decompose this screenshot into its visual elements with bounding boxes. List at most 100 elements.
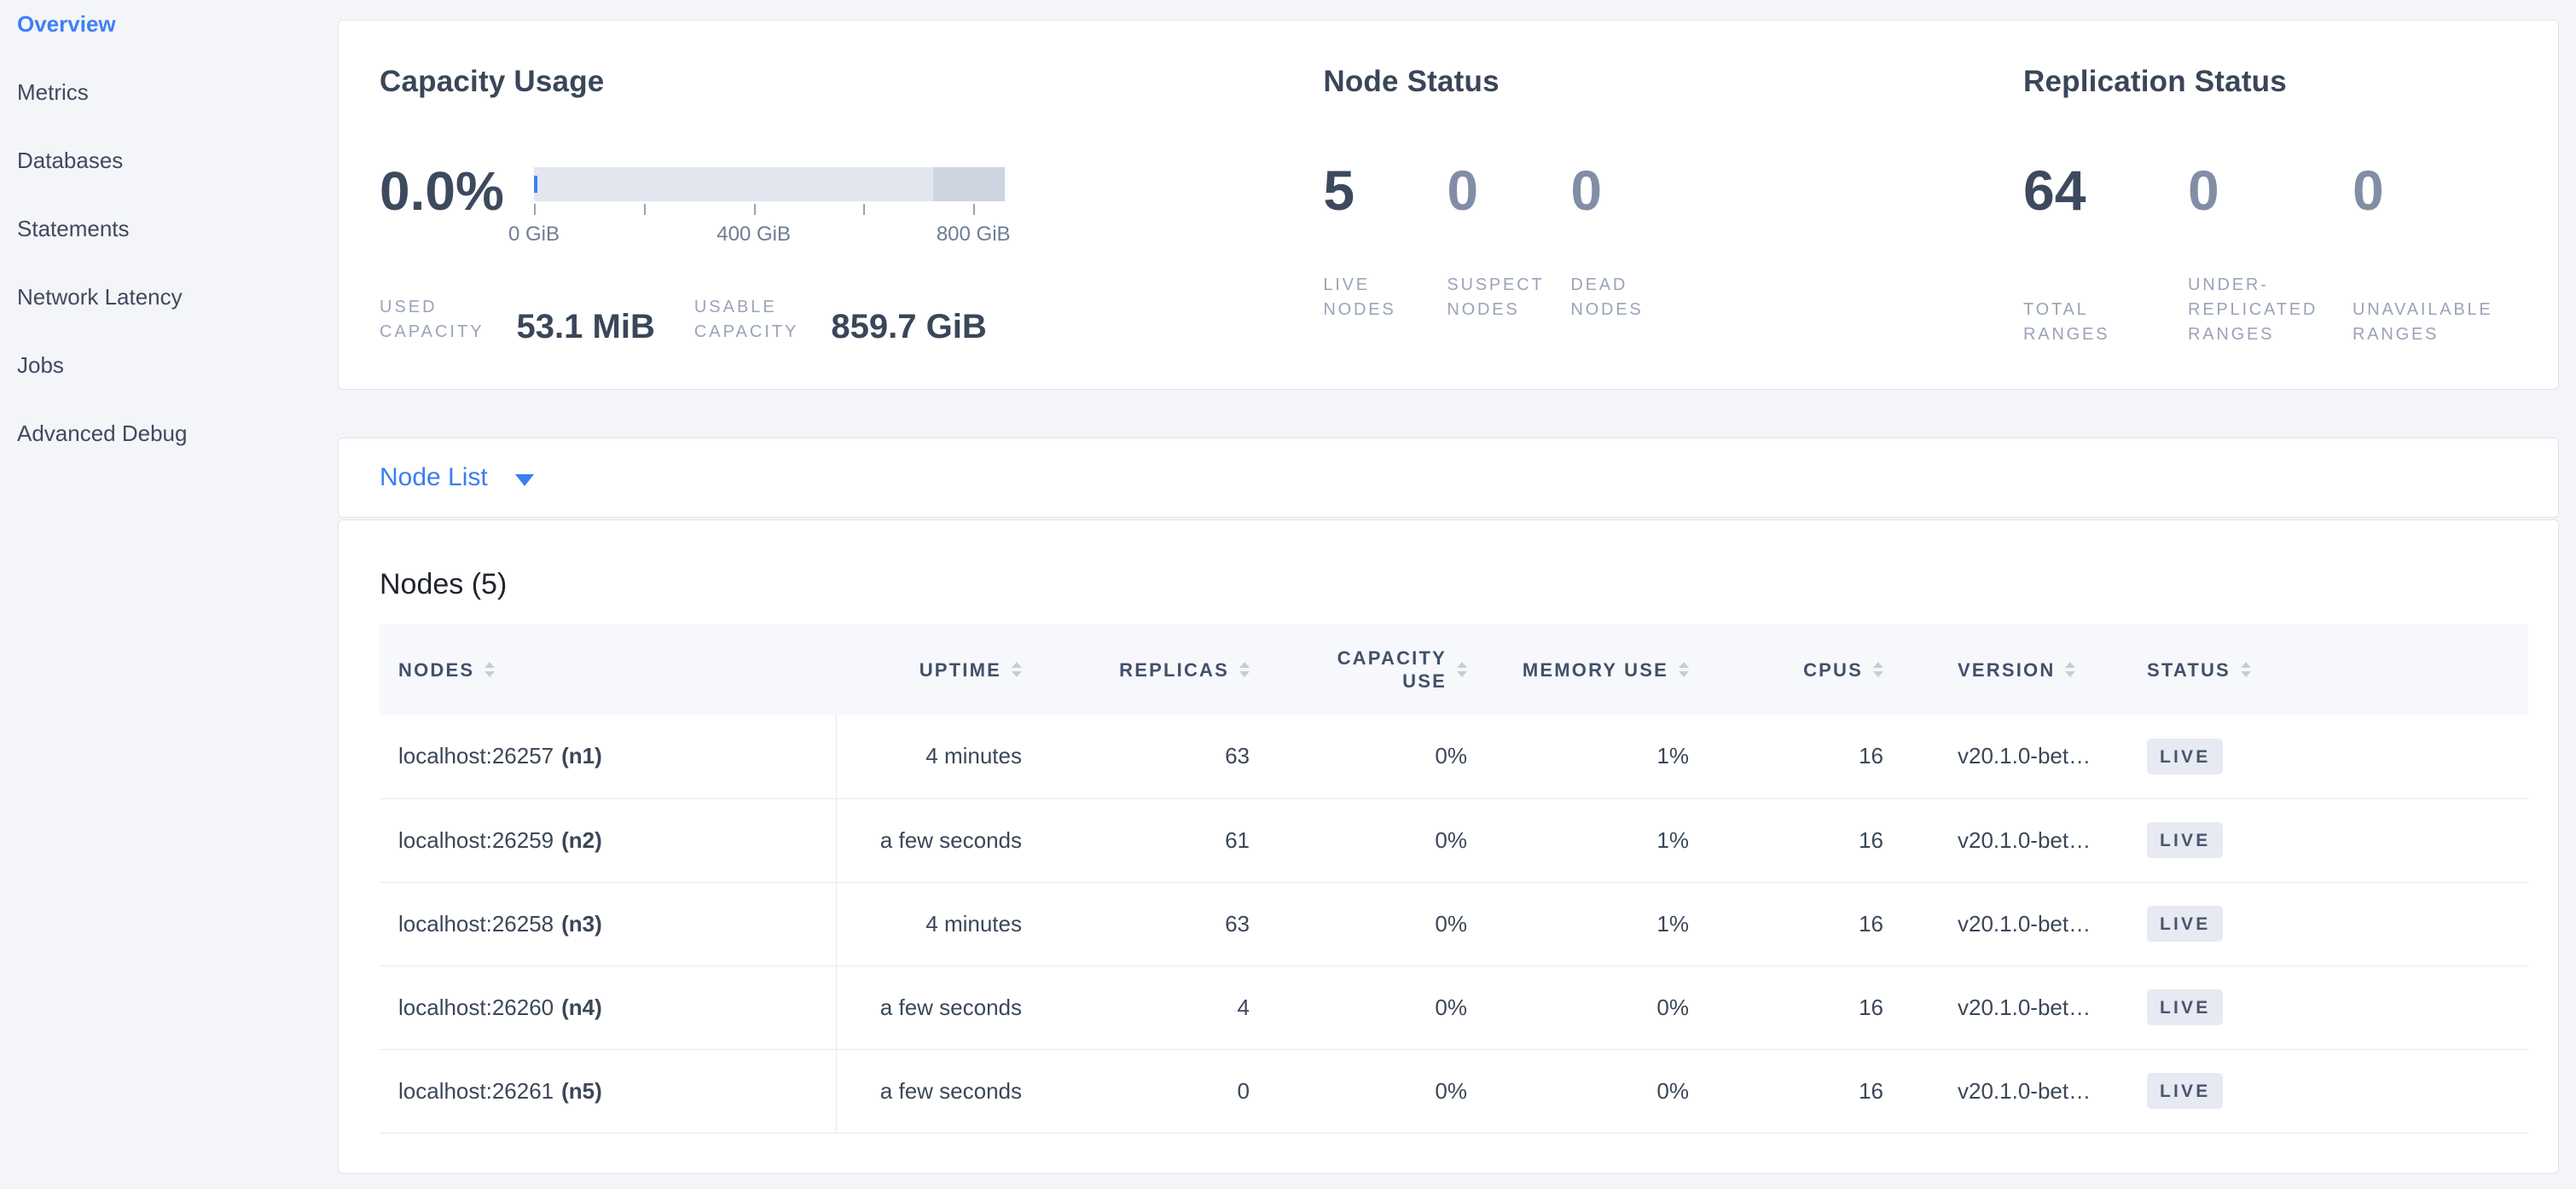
- node-address[interactable]: localhost:26258: [398, 911, 554, 937]
- suspect-nodes-label: SUSPECT NODES: [1447, 273, 1570, 322]
- under-replicated-ranges-count: 0: [2188, 159, 2353, 222]
- version-cell: v20.1.0-bet…: [1883, 798, 2114, 882]
- uptime-cell: 4 minutes: [836, 715, 1022, 798]
- label-line: RANGES: [2188, 322, 2353, 347]
- table-row[interactable]: localhost:26261(n5) a few seconds 0 0% 0…: [380, 1049, 2528, 1133]
- label-line: SUSPECT: [1447, 273, 1570, 298]
- column-header-uptime[interactable]: UPTIME: [836, 624, 1022, 715]
- column-header-capacity-use[interactable]: CAPACITY USE: [1250, 624, 1467, 715]
- capacity-bar-used-indicator: [534, 176, 537, 193]
- status-badge: LIVE: [2147, 822, 2223, 858]
- memory-use-cell: 1%: [1467, 882, 1689, 966]
- uptime-cell: a few seconds: [836, 798, 1022, 882]
- sort-icon: [1873, 662, 1883, 677]
- sidebar-item-metrics[interactable]: Metrics: [17, 80, 338, 104]
- axis-tick: [534, 204, 536, 215]
- capacity-bar-unusable-segment: [933, 167, 1005, 201]
- column-label: VERSION: [1958, 658, 2055, 682]
- nodes-heading: Nodes (5): [380, 568, 2517, 601]
- sidebar-item-advanced-debug[interactable]: Advanced Debug: [17, 421, 338, 445]
- column-label: CAPACITY USE: [1336, 647, 1447, 693]
- status-cell: LIVE: [2114, 1049, 2528, 1133]
- sort-icon: [2065, 662, 2075, 677]
- capacity-use-cell: 0%: [1250, 966, 1467, 1049]
- sidebar-item-overview[interactable]: Overview: [17, 12, 338, 36]
- node-id: (n5): [561, 1078, 602, 1104]
- table-row[interactable]: localhost:26258(n3) 4 minutes 63 0% 1% 1…: [380, 882, 2528, 966]
- capacity-use-cell: 0%: [1250, 882, 1467, 966]
- replicas-cell: 4: [1022, 966, 1250, 1049]
- node-status-title: Node Status: [1323, 65, 2023, 99]
- column-header-cpus[interactable]: CPUS: [1689, 624, 1883, 715]
- status-cell: LIVE: [2114, 966, 2528, 1049]
- live-nodes-count: 5: [1323, 159, 1447, 222]
- memory-use-cell: 0%: [1467, 966, 1689, 1049]
- sort-icon: [1457, 662, 1467, 677]
- replicas-cell: 63: [1022, 715, 1250, 798]
- label-line: RANGES: [2353, 322, 2517, 347]
- axis-tick: [644, 204, 646, 215]
- sidebar-item-statements[interactable]: Statements: [17, 217, 338, 241]
- unavailable-ranges-count: 0: [2353, 159, 2517, 222]
- label-line: REPLICATED: [2188, 298, 2353, 322]
- status-badge: LIVE: [2147, 906, 2223, 942]
- memory-use-cell: 1%: [1467, 715, 1689, 798]
- label-line: NODES: [1447, 298, 1570, 322]
- cpus-cell: 16: [1689, 966, 1883, 1049]
- usable-capacity-stat: USABLE CAPACITY 859.7 GiB: [694, 295, 987, 345]
- capacity-usage-title: Capacity Usage: [380, 65, 1323, 99]
- label-line: RANGES: [2023, 322, 2188, 347]
- node-address[interactable]: localhost:26259: [398, 827, 554, 853]
- used-capacity-value: 53.1 MiB: [517, 309, 655, 345]
- chevron-down-icon: [515, 474, 534, 486]
- version-cell: v20.1.0-bet…: [1883, 1049, 2114, 1133]
- unavailable-ranges-label: UNAVAILABLE RANGES: [2353, 298, 2517, 347]
- used-capacity-stat: USED CAPACITY 53.1 MiB: [380, 295, 655, 345]
- capacity-use-cell: 0%: [1250, 798, 1467, 882]
- nodes-table: NODES UPTIME REPLICAS CAPACITY USE MEMOR…: [380, 624, 2528, 1134]
- column-header-nodes[interactable]: NODES: [380, 624, 836, 715]
- sidebar: Overview Metrics Databases Statements Ne…: [0, 0, 338, 1189]
- column-header-replicas[interactable]: REPLICAS: [1022, 624, 1250, 715]
- column-label: REPLICAS: [1119, 658, 1229, 682]
- sort-icon: [1012, 662, 1022, 677]
- replicas-cell: 63: [1022, 882, 1250, 966]
- node-address[interactable]: localhost:26261: [398, 1078, 554, 1104]
- status-cell: LIVE: [2114, 715, 2528, 798]
- sidebar-item-jobs[interactable]: Jobs: [17, 353, 338, 377]
- column-header-memory-use[interactable]: MEMORY USE: [1467, 624, 1689, 715]
- node-list-dropdown[interactable]: Node List: [380, 463, 534, 492]
- capacity-bar-chart: 0 GiB 400 GiB 800 GiB: [534, 167, 1005, 247]
- column-header-version[interactable]: VERSION: [1883, 624, 2114, 715]
- total-ranges-count: 64: [2023, 159, 2188, 222]
- uptime-cell: 4 minutes: [836, 882, 1022, 966]
- column-label: NODES: [398, 658, 474, 682]
- replication-status-title: Replication Status: [2023, 65, 2517, 99]
- label-line: NODES: [1323, 298, 1447, 322]
- table-row[interactable]: localhost:26257(n1) 4 minutes 63 0% 1% 1…: [380, 715, 2528, 798]
- node-address[interactable]: localhost:26257: [398, 743, 554, 768]
- status-badge: LIVE: [2147, 1073, 2223, 1109]
- label-line: LIVE: [1323, 273, 1447, 298]
- uptime-cell: a few seconds: [836, 966, 1022, 1049]
- capacity-use-cell: 0%: [1250, 715, 1467, 798]
- sidebar-item-network-latency[interactable]: Network Latency: [17, 285, 338, 309]
- column-header-status[interactable]: STATUS: [2114, 624, 2528, 715]
- version-cell: v20.1.0-bet…: [1883, 966, 2114, 1049]
- capacity-bar: [534, 167, 1005, 201]
- label-line: USED: [380, 295, 484, 320]
- node-address[interactable]: localhost:26260: [398, 995, 554, 1020]
- axis-tick-label: 800 GiB: [937, 222, 1011, 247]
- capacity-usage-section: Capacity Usage 0.0%: [380, 65, 1323, 389]
- sidebar-item-databases[interactable]: Databases: [17, 148, 338, 172]
- table-row[interactable]: localhost:26259(n2) a few seconds 61 0% …: [380, 798, 2528, 882]
- replication-status-section: Replication Status 64 0 0 TOTAL RANGES U…: [2023, 65, 2517, 389]
- cpus-cell: 16: [1689, 1049, 1883, 1133]
- used-capacity-label: USED CAPACITY: [380, 295, 484, 345]
- label-line: CAPACITY: [694, 320, 799, 345]
- status-badge: LIVE: [2147, 739, 2223, 774]
- dead-nodes-count: 0: [1570, 159, 1694, 222]
- table-row[interactable]: localhost:26260(n4) a few seconds 4 0% 0…: [380, 966, 2528, 1049]
- status-badge: LIVE: [2147, 989, 2223, 1025]
- usable-capacity-label: USABLE CAPACITY: [694, 295, 799, 345]
